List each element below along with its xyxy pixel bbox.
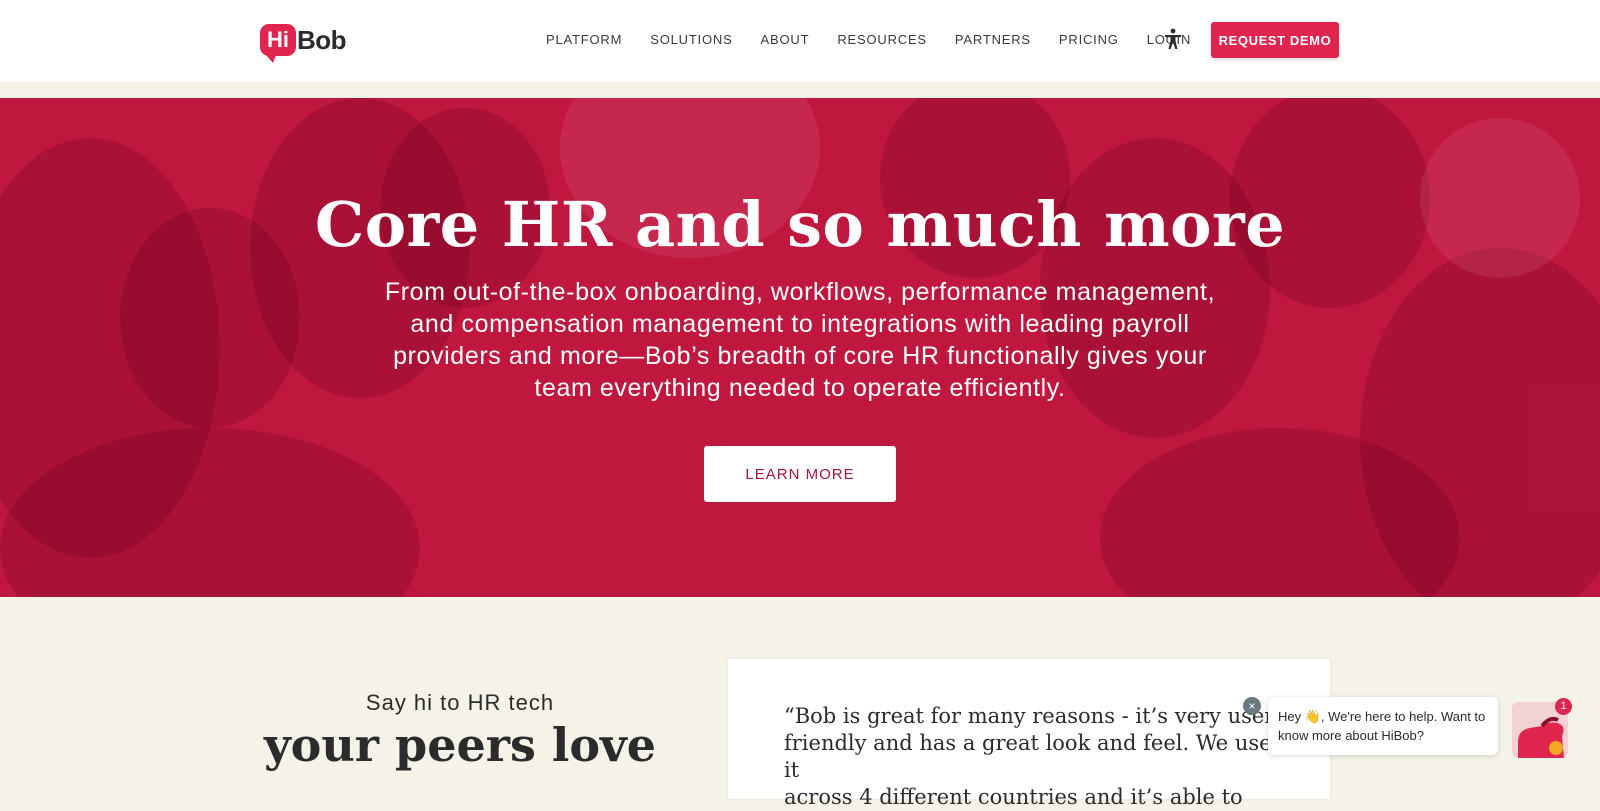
nav-solutions[interactable]: SOLUTIONS xyxy=(650,32,732,47)
testimonial-line: “Bob is great for many reasons - it’s ve… xyxy=(784,704,1282,728)
testimonial-quote: “Bob is great for many reasons - it’s ve… xyxy=(784,703,1284,811)
nav-platform[interactable]: PLATFORM xyxy=(546,32,622,47)
site-header: Hi Bob PLATFORM SOLUTIONS ABOUT RESOURCE… xyxy=(0,0,1600,82)
hibob-logo[interactable]: Hi Bob xyxy=(260,22,347,63)
chat-prompt-line: Hey 👋, We're here to help. Want to xyxy=(1278,709,1486,724)
chat-close-icon[interactable]: × xyxy=(1243,697,1261,715)
reviews-heading: your peers love xyxy=(263,718,657,772)
header-divider xyxy=(0,82,1600,98)
learn-more-button[interactable]: LEARN MORE xyxy=(704,446,896,502)
logo-wordmark: Bob xyxy=(297,24,347,55)
hero-section: Core HR and so much more From out-of-the… xyxy=(0,98,1600,597)
nav-pricing[interactable]: PRICING xyxy=(1059,32,1119,47)
nav-resources[interactable]: RESOURCES xyxy=(837,32,927,47)
chat-prompt-line: know more about HiBob? xyxy=(1278,728,1424,743)
hero-description-line: team everything needed to operate effici… xyxy=(534,374,1066,402)
nav-about[interactable]: ABOUT xyxy=(761,32,810,47)
testimonial-line: across 4 different countries and it’s ab… xyxy=(784,785,1243,809)
reviews-kicker: Say hi to HR tech xyxy=(365,690,555,715)
testimonial-card: “Bob is great for many reasons - it’s ve… xyxy=(728,659,1330,809)
hero-description: From out-of-the-box onboarding, workflow… xyxy=(360,276,1240,404)
nav-partners[interactable]: PARTNERS xyxy=(955,32,1031,47)
hero-description-line: and compensation management to integrati… xyxy=(410,310,1190,338)
accessibility-icon[interactable] xyxy=(1163,28,1183,50)
hero-description-line: From out-of-the-box onboarding, workflow… xyxy=(384,278,1216,306)
main-nav: PLATFORM SOLUTIONS ABOUT RESOURCES PARTN… xyxy=(546,26,1219,52)
logo-hi-mark: Hi xyxy=(260,24,296,63)
chat-prompt-bubble[interactable]: Hey 👋, We're here to help. Want to know … xyxy=(1268,697,1498,755)
request-demo-button[interactable]: REQUEST DEMO xyxy=(1211,22,1339,58)
hero-description-line: providers and more—Bob’s breadth of core… xyxy=(393,342,1207,370)
chat-notification-badge: 1 xyxy=(1555,698,1572,715)
hero-title: Core HR and so much more xyxy=(314,188,1286,261)
testimonial-line: friendly and has a great look and feel. … xyxy=(784,731,1272,782)
chat-prompt-text: Hey 👋, We're here to help. Want to know … xyxy=(1278,707,1493,745)
